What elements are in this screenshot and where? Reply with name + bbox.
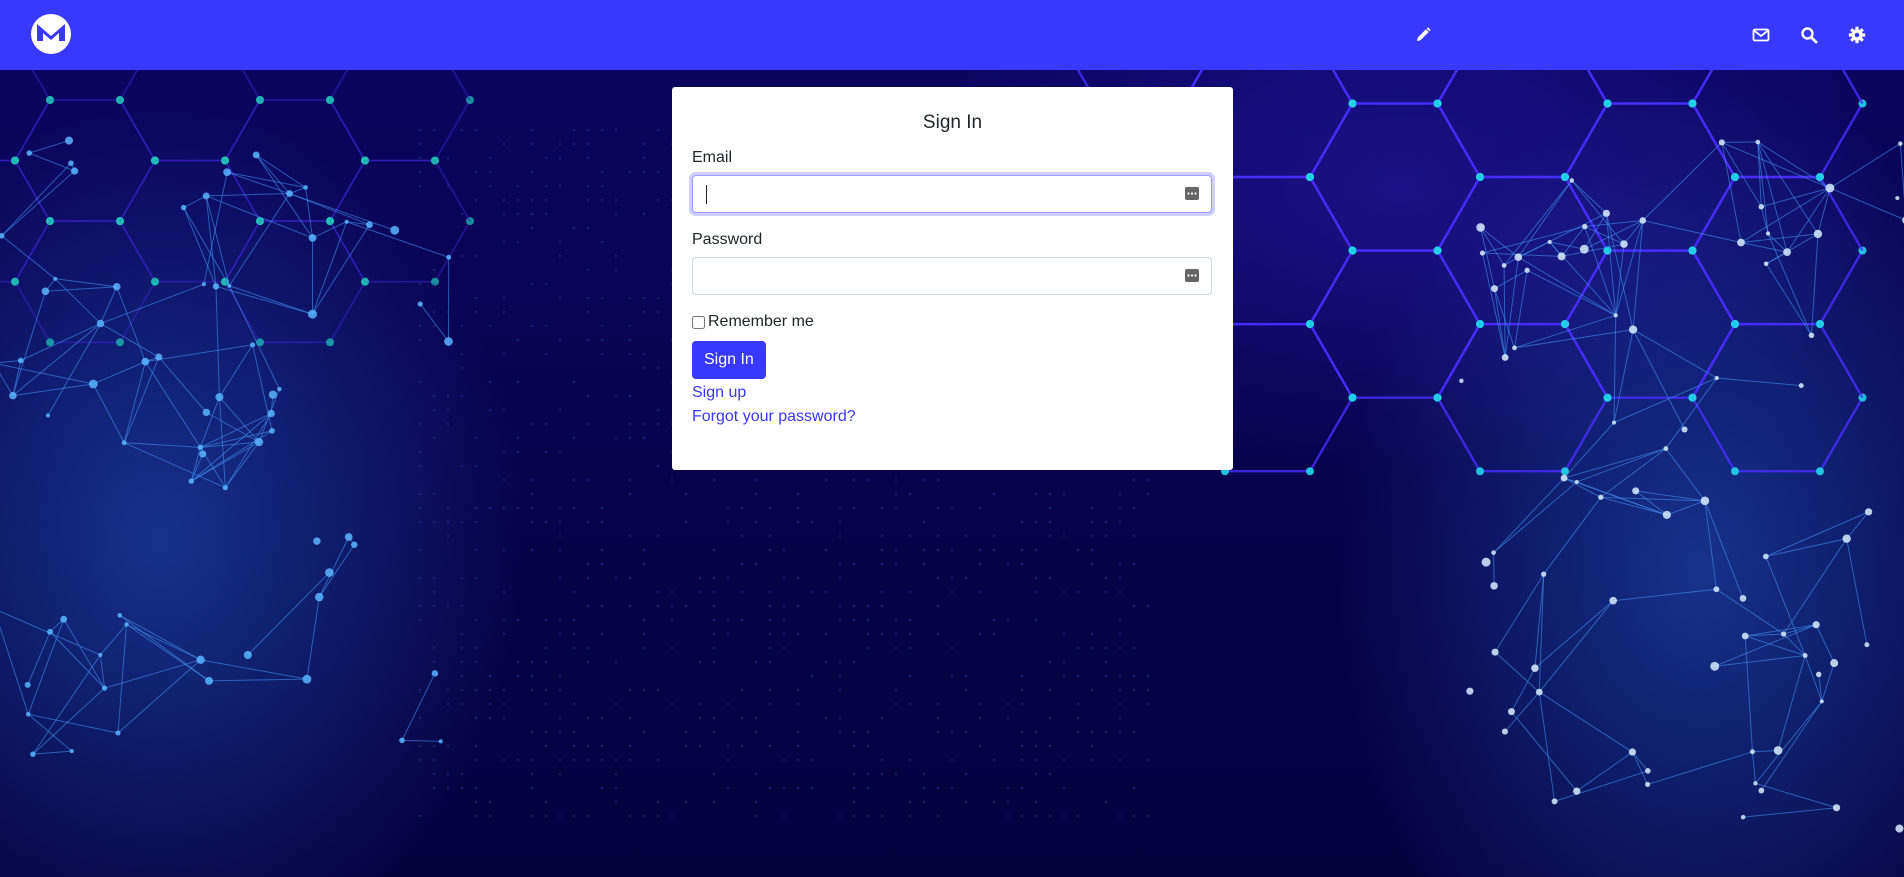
forgot-password-link[interactable]: Forgot your password?	[692, 405, 1213, 429]
text-caret	[706, 185, 707, 204]
remember-me-row: Remember me	[692, 311, 1213, 333]
signin-button[interactable]: Sign In	[692, 341, 766, 379]
password-manager-icon[interactable]	[1185, 187, 1199, 200]
password-label: Password	[692, 231, 763, 248]
email-field[interactable]	[693, 176, 1197, 212]
password-field-wrapper	[692, 257, 1212, 295]
signin-title: Sign In	[922, 112, 983, 133]
signup-link[interactable]: Sign up	[692, 381, 1213, 405]
envelope-icon[interactable]	[1748, 22, 1774, 48]
navbar	[0, 0, 1904, 70]
password-manager-icon[interactable]	[1185, 269, 1199, 282]
remember-me-checkbox[interactable]	[692, 315, 705, 329]
remember-me-label: Remember me	[708, 313, 814, 330]
gear-icon[interactable]	[1844, 22, 1870, 48]
password-field[interactable]	[693, 258, 1197, 294]
monero-logo-icon[interactable]	[31, 14, 71, 54]
email-field-wrapper	[692, 175, 1212, 213]
signin-card: Sign In Email Password Remember me Sign …	[672, 87, 1233, 470]
pencil-icon[interactable]	[1410, 22, 1436, 48]
search-icon[interactable]	[1796, 22, 1822, 48]
email-label: Email	[692, 149, 733, 166]
